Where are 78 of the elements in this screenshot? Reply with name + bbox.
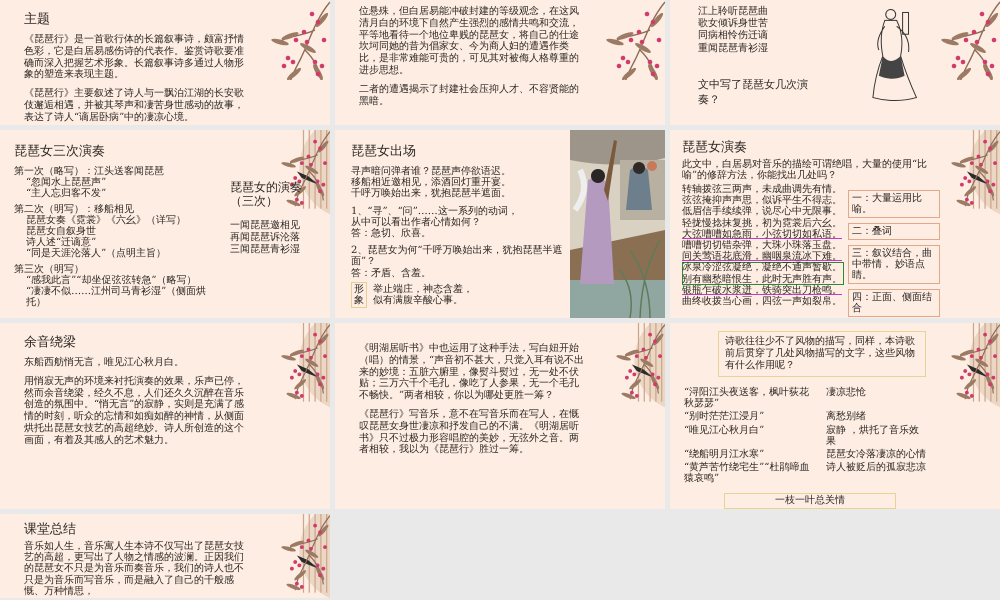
slide-thumbnail[interactable]	[670, 130, 1000, 318]
answer-text: 答：急切、欣喜。	[351, 228, 432, 240]
question-text: 2、琵琶女为何“千呼万唤始出来，犹抱琵琶半遮面”？	[351, 245, 564, 268]
answer-note: 二：叠词	[848, 223, 940, 240]
poem-line: 歌女倾诉身世苦	[698, 18, 769, 30]
list-line: “同是天涯沦落人”（点明主旨）	[25, 248, 168, 260]
quote-text: “别时茫茫江浸月”	[684, 411, 766, 423]
list-line: 琵琶女自叙身世	[25, 226, 97, 237]
slide-title: 琵琶女三次演奏	[14, 143, 106, 160]
question-text: 文中写了琵琶女几次演奏？	[698, 76, 809, 107]
paragraph: 《琵琶行》是一首歌行体的长篇叙事诗，颇富抒情色彩，它是白居易感伤诗的代表作。鉴赏诗歌要准确而深入把握艺术形象。长篇叙事诗多通过人物形象的塑造来表现主题。	[24, 34, 245, 82]
slide-thumbnail[interactable]: 诗歌往往少不了风物的描写，同样，本诗歌前后贯穿了几处风物描写的文字，这些风物有什么作用呢？ “浔阳江头夜送客，枫叶荻花秋瑟瑟” 凄凉悲怆 “别时茫茫江浸月” 离愁别绪 “唯见江心秋月白” 寂静 ，烘托了音乐效果 “绕船明月江水寒” 琵琶女冷落凄凉的心情 “黄芦苦竹绕宅生”“杜鹃啼血猿哀鸣” 诗人被贬后的孤寂悲凉 一枝一叶总关情	[670, 323, 1000, 509]
poem-line: 间关莺语花底滑，幽咽泉流冰下难。	[682, 251, 843, 262]
quote-text: “唯见江心秋月白”	[684, 424, 766, 438]
paragraph: 《琵琶行》主要叙述了诗人与一飘泊江湖的长安歌伎邂逅相遇，并被其琴声和凄苦身世感动的故事，表达了诗人“谪居卧病”中的凄凉心境。	[24, 88, 245, 124]
list-heading: 第一次（略写）：江头送客闻琵琶	[14, 166, 165, 177]
slide-title: 主题	[24, 11, 51, 28]
quote-text: “浔阳江头夜送客，枫叶荻花秋瑟瑟”	[684, 387, 810, 410]
poem-line: 轻拢慢捻抹复挑，初为霓裳后六幺。	[682, 218, 843, 229]
list-line: “凄凄不似……江州司马青衫湿”（侧面烘托）	[25, 286, 208, 308]
list-line: 琵琶女奏《霓裳》《六幺》（详写）	[25, 214, 187, 226]
summary-label: 一枝一叶总关情	[724, 492, 896, 508]
paragraph: 《明湖居听书》中也运用了这种手法，写白妞开始（唱）的情景，“声音初不甚大，只觉入耳有说不出来的妙境：五脏六腑里，像熨斗熨过，无一处不伏贴；三万六千个毛孔，像吃了人参果，无一个毛孔不畅快。”两者相较，你以为哪处更胜一筹？	[359, 343, 585, 402]
answer-text: 答：矛盾、含羞。	[351, 268, 432, 279]
slide-thumbnail[interactable]: 《明湖居听书》中也运用了这种手法，写白妞开始（唱）的情景，“声音初不甚大，只觉入耳有说不出来的妙境：五脏六腑里，像熨斗熨过，无一处不伏贴；三万六千个毛孔，像吃了人参果，无一个毛孔不畅快。”两者相较，你以为哪处更胜一筹？ 《琵琶行》写音乐，意不在写音乐而在写人，在慨叹琵琶女身世凄凉和抒发自己的不满。《明湖居听书》只不过极力形容唱腔的美妙，无弦外之音。两者相较，我以为《琵琶行》胜过一筹。	[335, 323, 665, 509]
summary-line: 一闻琵琶邀相见	[230, 220, 301, 231]
slide-thumbnail[interactable]: 琵琶女出场 寻声暗问弹者谁？琵琶声停欲语迟。 移船相近邀相见，添酒回灯重开宴。 千呼万唤始出来，犹抱琵琶半遮面。 1、“寻”、“问”……这一系列的动词， 从中可以看出作者心情如何？ 答：急切、欣喜。 2、琵琶女为何“千呼万唤始出来，犹抱琵琶半遮面”？ 答：矛盾、含羞。 形象 举止端庄，神态含羞， 似有满腹辛酸心事。	[335, 130, 665, 318]
poem-line: 寻声暗问弹者谁？琵琶声停欲语迟。	[351, 166, 512, 177]
slide-thumbnail[interactable]: 江上聆听琵琶曲 歌女倾诉身世苦 同病相怜伤迁谪 重闻琵琶青衫湿 文中写了琵琶女几次演奏？	[670, 0, 1000, 125]
slide-thumbnail[interactable]: 余音绕梁 东船西舫悄无言，唯见江心秋月白。 用悄寂无声的环境来衬托演奏的效果，乐声已停，然而余音绕梁，经久不息，人们还久久沉醉在音乐创造的氛围中。“悄无言”的寂静，实则是充满了感情的时刻，听众的忘情和如痴如醉的神情，从侧面烘托出琵琶女技艺的高超绝妙。诗人所创造的这个画面，有着及其感人的艺术魅力。	[0, 323, 330, 509]
poem-line: 重闻琵琶青衫湿	[698, 42, 769, 54]
meaning-text: 寂静 ，烘托了音乐效果	[826, 424, 920, 447]
poem-line: 千呼万唤始出来，犹抱琵琶半遮面。	[351, 188, 512, 200]
answer-note: 一：大量运用比喻。	[848, 190, 940, 218]
paragraph: 音乐如人生，音乐寓人生本诗不仅写出了琵琶女技艺的高超，更写出了人物之情感的波澜。正因我们的琵琶女不只是为音乐而奏音乐，我们的诗人也不只是为音乐而写音乐，而是融入了自己的千般感慨、万种情思，	[24, 541, 245, 597]
list-heading: 第二次（明写）：移船相见	[14, 204, 134, 215]
list-line: “忽闻水上琵琶声”	[25, 177, 108, 188]
quote-text: “绕船明月江水寒”	[684, 448, 766, 460]
meaning-text: 诗人被贬后的孤寂悲凉	[826, 462, 926, 476]
meaning-text: 凄凉悲怆	[826, 387, 867, 400]
slide-thumbnail[interactable]: 主题 《琵琶行》是一首歌行体的长篇叙事诗，颇富抒情色彩，它是白居易感伤诗的代表作。鉴赏诗歌要准确而深入把握艺术形象。长篇叙事诗多通过人物形象的塑造来表现主题。 《琵琶行》主要叙述了诗人与一飘泊江湖的长安歌伎邂逅相遇，并被其琴声和凄苦身世感动的故事，表达了诗人“谪居卧病”中的凄凉心境。	[0, 0, 330, 125]
poem-line: 同病相怜伤迁谪	[698, 30, 769, 42]
answer-note: 四：正面、侧面结合	[848, 289, 940, 317]
slide-title: 琵琶女演奏	[682, 139, 748, 156]
intro-text: 此文中，白居易对音乐的描绘可谓绝唱，大量的使用“比喻”的修辞方法，你能找出几处吗？	[682, 159, 928, 181]
image-label: 形象	[351, 282, 367, 308]
slide-title: 余音绕梁	[24, 334, 77, 351]
summary-line: 再闻琵琶诉沦落	[230, 232, 301, 244]
poem-line: 转轴拨弦三两声，未成曲调先有情。	[682, 184, 843, 195]
list-line: 诗人述“迁谪意”	[25, 237, 96, 248]
poem-line: 江上聆听琵琶曲	[698, 6, 769, 18]
poem-line: 低眉信手续续弹，说尽心中无限事。	[682, 206, 843, 218]
poem-line: 移船相近邀相见，添酒回灯重开宴。	[351, 177, 512, 188]
summary-line: 三闻琵琶青衫湿	[230, 244, 301, 256]
list-heading: 第三次（明写）	[14, 264, 85, 274]
paragraph: 用悄寂无声的环境来衬托演奏的效果，乐声已停，然而余音绕梁，经久不息，人们还久久沉醉在音乐创造的氛围中。“悄无言”的寂静，实则是充满了感情的时刻，听众的忘情和如痴如醉的神情，从侧面烘托出琵琶女技艺的高超绝妙。诗人所创造的这个画面，有着及其感人的艺术魅力。	[24, 376, 246, 447]
question-prompt: 诗歌往往少不了风物的描写，同样，本诗歌前后贯穿了几处风物描写的文字，这些风物有什么作用呢？	[718, 331, 926, 377]
paragraph: 《琵琶行》写音乐，意不在写音乐而在写人，在慨叹琵琶女身世凄凉和抒发自己的不满。《明湖居听书》只不过极力形容唱腔的美妙，无弦外之音。两者相较，我以为《琵琶行》胜过一筹。	[359, 408, 580, 456]
meaning-text: 琵琶女冷落凄凉的心情	[826, 448, 926, 460]
answer-note: 三：叙议结合，曲中带情， 妙语点睛。	[848, 245, 940, 284]
meaning-text: 离愁别绪	[826, 411, 867, 423]
poem-line: 银瓶乍破水浆迸，铁骑突出刀枪鸣。	[682, 284, 843, 296]
slide-title: 琵琶女出场	[351, 143, 417, 160]
paragraph: 二者的遭遇揭示了封建社会压抑人才、不容贤能的黑暗。	[359, 84, 580, 108]
description-text: 举止端庄，神态含羞， 似有满腹辛酸心事。	[373, 284, 473, 306]
slide-thumbnail[interactable]: 课堂总结 音乐如人生，音乐寓人生本诗不仅写出了琵琶女技艺的高超，更写出了人物之情感的波澜。正因我们的琵琶女不只是为音乐而奏音乐，我们的诗人也不只是为音乐而写音乐，而是融入了自己的千般感慨、万种情思，	[0, 514, 330, 598]
slide-thumbnail[interactable]: 位悬殊，但白居易能冲破封建的等级观念，在这风清月白的环境下自然产生强烈的感情共鸣和交流，平等地看待一个地位卑贱的琵琶女，将自己的仕途坎坷同她的昔为倡家女、今为商人妇的遭遇作类比，是非常难能可贵的，可见其对被侮人格尊重的进步思想。 二者的遭遇揭示了封建社会压抑人才、不容贤能的黑暗。	[335, 0, 665, 125]
list-line: “主人忘归客不发”	[25, 188, 108, 200]
poem-line: 弦弦掩抑声声思，似诉平生不得志。	[682, 195, 843, 206]
poem-line: 曲终收拨当心画，四弦一声如裂帛。	[682, 296, 843, 308]
quote-text: “黄芦苦竹绕宅生”“杜鹃啼血猿哀鸣”	[684, 462, 810, 484]
slide-title: 课堂总结	[24, 521, 77, 538]
poem-line: 嘈嘈切切错杂弹，大珠小珠落玉盘。	[682, 240, 843, 251]
question-text: 1、“寻”、“问”……这一系列的动词， 从中可以看出作者心情如何？	[351, 206, 519, 228]
paragraph: 东船西舫悄无言，唯见江心秋月白。	[24, 357, 185, 369]
paragraph: 位悬殊，但白居易能冲破封建的等级观念，在这风清月白的环境下自然产生强烈的感情共鸣和交流，平等地看待一个地位卑贱的琵琶女，将自己的仕途坎坷同她的昔为倡家女、今为商人妇的遭遇作类比，是非常难能可贵的，可见其对被侮人格尊重的进步思想。	[359, 6, 580, 77]
poem-line: 大弦嘈嘈如急雨，小弦切切如私语。	[682, 228, 843, 240]
list-line: “感我此言”“却坐促弦弦转急”（略写）	[25, 274, 196, 286]
